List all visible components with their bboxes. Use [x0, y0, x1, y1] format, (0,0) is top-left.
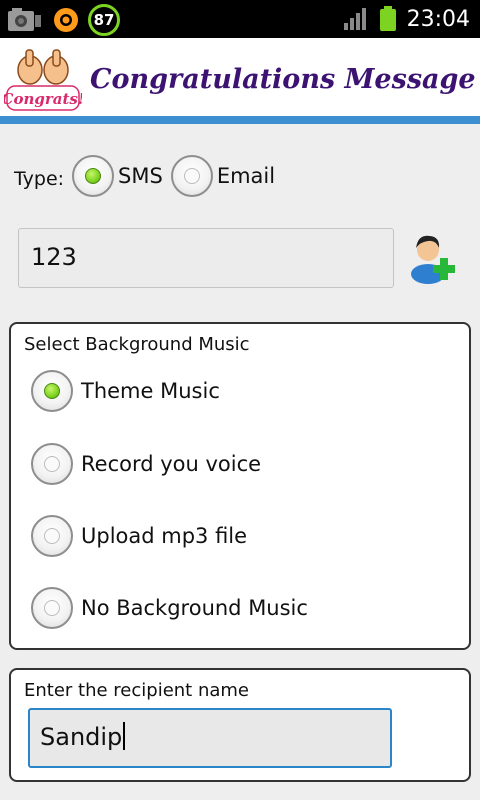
signal-icon	[343, 8, 366, 30]
camera-icon	[8, 8, 41, 31]
recipient-value: Sandip	[40, 723, 123, 751]
no-music-radio[interactable]	[31, 587, 73, 629]
circular-app-icon	[54, 8, 78, 32]
status-bar: 87 23:04	[0, 0, 480, 38]
progress-badge-icon: 87	[88, 4, 120, 36]
email-label: Email	[216, 164, 276, 188]
type-label: Type:	[14, 168, 65, 190]
add-contact-icon[interactable]	[406, 228, 458, 284]
type-selector: Type: SMS Email	[14, 154, 283, 198]
sms-label: SMS	[118, 164, 163, 188]
title-bar: Congrats! Congratulations Message	[0, 38, 480, 118]
theme-music-label: Theme Music	[81, 379, 220, 403]
recipient-panel: Enter the recipient name Sandip	[9, 668, 471, 782]
music-option-record[interactable]: Record you voice	[31, 443, 261, 485]
record-voice-label: Record you voice	[81, 452, 262, 476]
notification-icons: 87	[6, 4, 120, 36]
theme-music-radio[interactable]	[31, 370, 73, 412]
recipient-title: Enter the recipient name	[24, 680, 250, 701]
phone-number-input[interactable]: 123	[18, 228, 394, 288]
congrats-logo: Congrats!	[4, 49, 82, 111]
recipient-name-input[interactable]: Sandip	[28, 708, 392, 768]
music-option-none[interactable]: No Background Music	[31, 587, 308, 629]
upload-mp3-radio[interactable]	[31, 515, 73, 557]
title-divider	[0, 116, 480, 124]
no-music-label: No Background Music	[81, 596, 308, 620]
logo-text: Congrats!	[4, 90, 82, 108]
background-music-panel: Select Background Music Theme Music Reco…	[9, 322, 471, 650]
page-title: Congratulations Message	[90, 64, 476, 95]
record-voice-radio[interactable]	[31, 443, 73, 485]
email-radio[interactable]	[170, 155, 213, 197]
music-option-theme[interactable]: Theme Music	[31, 370, 220, 412]
type-option-email[interactable]: Email	[170, 155, 276, 197]
clock: 23:04	[406, 6, 470, 32]
upload-mp3-label: Upload mp3 file	[81, 524, 248, 548]
battery-icon	[379, 6, 396, 31]
music-panel-title: Select Background Music	[24, 334, 250, 355]
sms-radio[interactable]	[72, 155, 115, 197]
text-caret	[123, 722, 126, 750]
type-option-sms[interactable]: SMS	[72, 155, 163, 197]
music-option-upload[interactable]: Upload mp3 file	[31, 515, 247, 557]
